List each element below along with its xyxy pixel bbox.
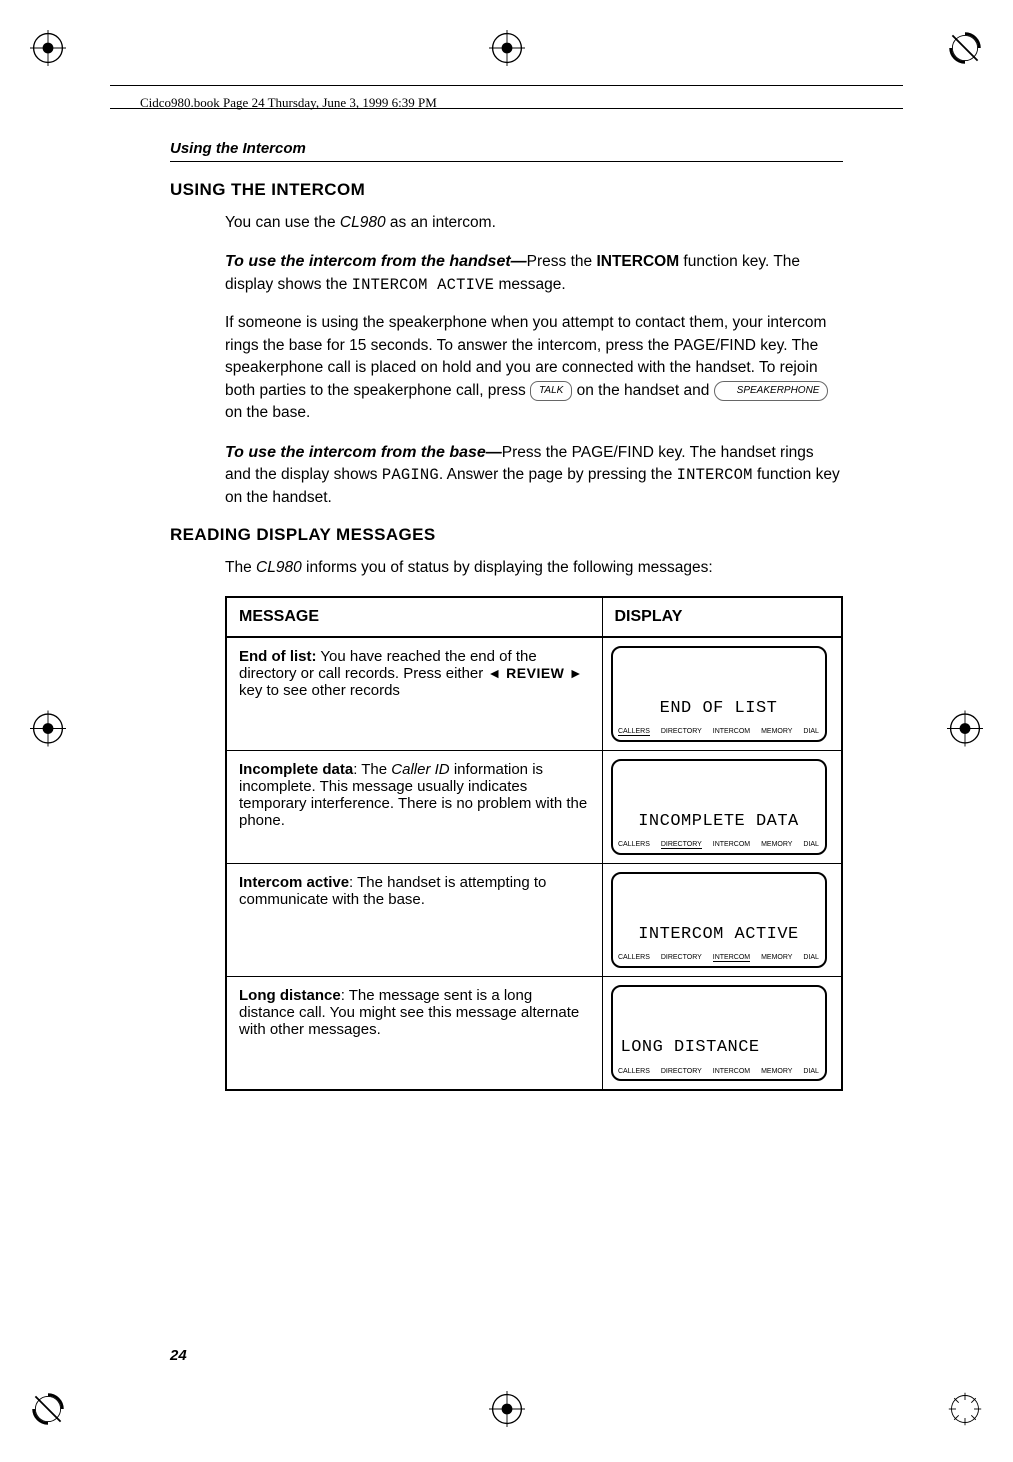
lcd-softkeys: CALLERS DIRECTORY INTERCOM MEMORY DIAL bbox=[613, 841, 825, 849]
table-row: Incomplete data: The Caller ID informati… bbox=[226, 750, 842, 863]
crop-mark-icon bbox=[30, 30, 66, 71]
table-header-display: DISPLAY bbox=[602, 597, 842, 637]
lcd-softkey: DIAL bbox=[803, 954, 819, 962]
speakerphone-key-icon: SPEAKERPHONE bbox=[714, 381, 829, 401]
lcd-message: INTERCOM ACTIVE bbox=[613, 925, 825, 944]
paragraph: If someone is using the speakerphone whe… bbox=[225, 312, 843, 424]
paragraph: To use the intercom from the handset—Pre… bbox=[225, 250, 843, 296]
paragraph: To use the intercom from the base—Press … bbox=[225, 441, 843, 509]
lcd-softkeys: CALLERS DIRECTORY INTERCOM MEMORY DIAL bbox=[613, 728, 825, 736]
display-cell: INTERCOM ACTIVE CALLERS DIRECTORY INTERCOM M… bbox=[602, 863, 842, 976]
lcd-softkey: DIAL bbox=[803, 728, 819, 736]
lcd-softkey: CALLERS bbox=[618, 954, 650, 962]
table-header-message: MESSAGE bbox=[226, 597, 602, 637]
lcd-softkey: CALLERS bbox=[618, 1068, 650, 1075]
message-cell: Long distance: The message sent is a lon… bbox=[226, 976, 602, 1090]
crop-mark-icon bbox=[947, 1391, 983, 1432]
lcd-softkey: MEMORY bbox=[761, 841, 792, 849]
lcd-message: INCOMPLETE DATA bbox=[613, 812, 825, 831]
lcd-softkey: INTERCOM bbox=[713, 728, 750, 736]
lcd-text: INTERCOM bbox=[677, 466, 753, 484]
lcd-display: END OF LIST CALLERS DIRECTORY INTERCOM MEMOR… bbox=[611, 646, 827, 742]
lcd-display: INTERCOM ACTIVE CALLERS DIRECTORY INTERCOM M… bbox=[611, 872, 827, 968]
section-title-intercom: USING THE INTERCOM bbox=[170, 180, 843, 200]
running-head: Using the Intercom bbox=[170, 140, 843, 162]
lcd-text: PAGING bbox=[382, 466, 439, 484]
messages-table: MESSAGE DISPLAY End of list: You have re… bbox=[225, 596, 843, 1091]
lcd-softkey: INTERCOM bbox=[713, 954, 750, 962]
lcd-softkey: INTERCOM bbox=[713, 841, 750, 849]
display-cell: END OF LIST CALLERS DIRECTORY INTERCOM MEMOR… bbox=[602, 637, 842, 751]
lcd-message: LONG DISTANCE bbox=[613, 1038, 825, 1057]
lcd-softkey: DIRECTORY bbox=[661, 728, 702, 736]
lcd-softkeys: CALLERS DIRECTORY INTERCOM MEMORY DIAL bbox=[613, 1068, 825, 1075]
crop-mark-icon bbox=[30, 711, 66, 752]
crop-mark-icon bbox=[947, 711, 983, 752]
lcd-softkey: MEMORY bbox=[761, 954, 792, 962]
lcd-softkey: DIRECTORY bbox=[661, 954, 702, 962]
lcd-softkey: INTERCOM bbox=[713, 1068, 750, 1075]
crop-mark-icon bbox=[489, 30, 525, 71]
page-number: 24 bbox=[170, 1347, 187, 1364]
run-in-heading: To use the intercom from the handset— bbox=[225, 253, 527, 270]
talk-key-icon: TALK bbox=[530, 381, 572, 401]
table-row: Intercom active: The handset is attempti… bbox=[226, 863, 842, 976]
section-title-messages: READING DISPLAY MESSAGES bbox=[170, 525, 843, 545]
lcd-softkey: DIRECTORY bbox=[661, 841, 702, 849]
section-title-text: USING THE INTERCOM bbox=[170, 180, 365, 199]
lcd-softkey: DIAL bbox=[803, 841, 819, 849]
display-cell: LONG DISTANCE CALLERS DIRECTORY INTERCOM MEM… bbox=[602, 976, 842, 1090]
message-cell: Incomplete data: The Caller ID informati… bbox=[226, 750, 602, 863]
table-row: End of list: You have reached the end of… bbox=[226, 637, 842, 751]
book-header-line: Cidco980.book Page 24 Thursday, June 3, … bbox=[140, 95, 437, 111]
lcd-softkey: MEMORY bbox=[761, 728, 792, 736]
run-in-heading: To use the intercom from the base— bbox=[225, 444, 502, 461]
message-cell: Intercom active: The handset is attempti… bbox=[226, 863, 602, 976]
lcd-softkey: CALLERS bbox=[618, 728, 650, 736]
lcd-softkey: DIRECTORY bbox=[661, 1068, 702, 1075]
crop-mark-icon bbox=[947, 30, 983, 71]
lcd-display: LONG DISTANCE CALLERS DIRECTORY INTERCOM MEM… bbox=[611, 985, 827, 1081]
lcd-display: INCOMPLETE DATA CALLERS DIRECTORY INTERCOM M… bbox=[611, 759, 827, 855]
crop-mark-icon bbox=[30, 1391, 66, 1432]
lcd-softkey: DIAL bbox=[803, 1068, 819, 1075]
crop-mark-icon bbox=[489, 1391, 525, 1432]
lcd-softkeys: CALLERS DIRECTORY INTERCOM MEMORY DIAL bbox=[613, 954, 825, 962]
lcd-softkey: CALLERS bbox=[618, 841, 650, 849]
intercom-key-label: INTERCOM bbox=[596, 253, 679, 270]
section-title-text: READING DISPLAY MESSAGES bbox=[170, 525, 436, 544]
page-content: Using the Intercom USING THE INTERCOM Yo… bbox=[115, 120, 898, 1382]
review-key-label: ◄ REVIEW ► bbox=[487, 665, 583, 681]
lcd-text: INTERCOM ACTIVE bbox=[352, 276, 495, 294]
paragraph: The CL980 informs you of status by displ… bbox=[225, 557, 843, 579]
paragraph: You can use the CL980 as an intercom. bbox=[225, 212, 843, 234]
display-cell: INCOMPLETE DATA CALLERS DIRECTORY INTERCOM M… bbox=[602, 750, 842, 863]
lcd-message: END OF LIST bbox=[613, 699, 825, 718]
table-row: Long distance: The message sent is a lon… bbox=[226, 976, 842, 1090]
lcd-softkey: MEMORY bbox=[761, 1068, 792, 1075]
message-cell: End of list: You have reached the end of… bbox=[226, 637, 602, 751]
